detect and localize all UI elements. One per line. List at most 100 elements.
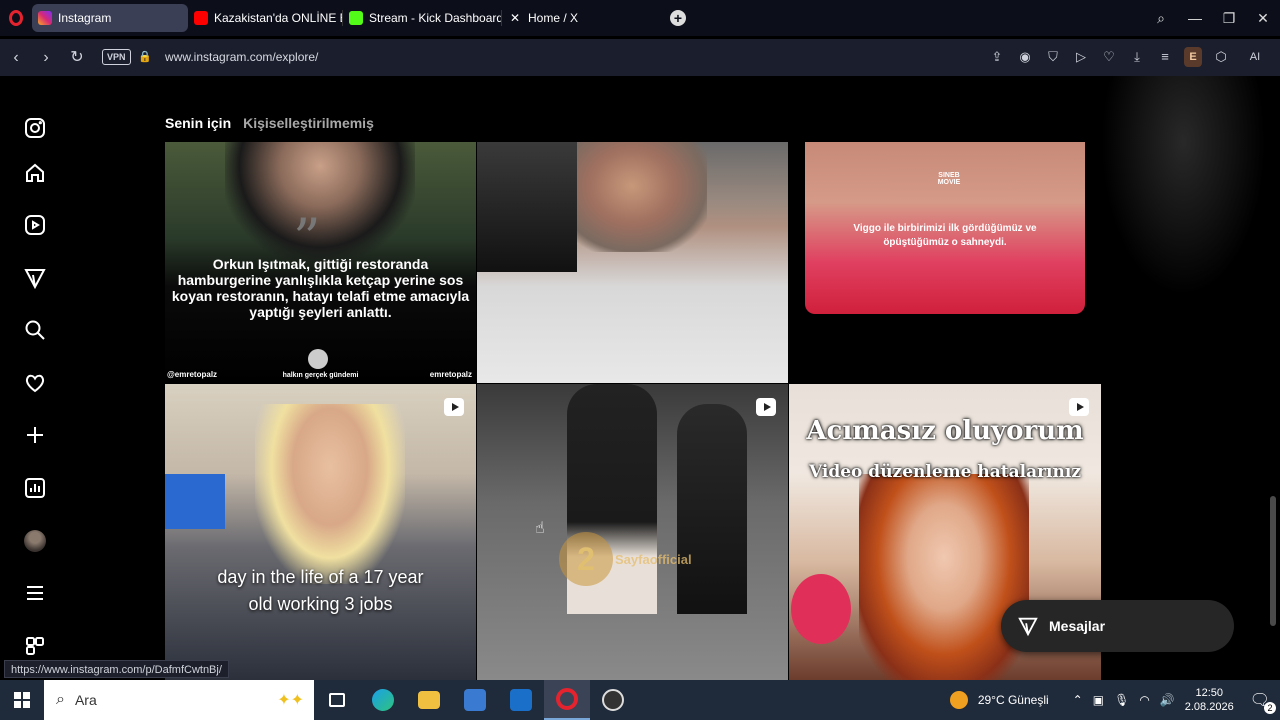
back-icon[interactable]: ‹ <box>6 48 26 68</box>
wifi-icon[interactable]: ◠ <box>1139 693 1149 707</box>
tab-label: Home / X <box>528 11 579 25</box>
post-image <box>255 404 405 584</box>
messages-label: Mesajlar <box>1049 618 1106 634</box>
share-icon[interactable]: ⇪ <box>988 47 1006 67</box>
search-icon[interactable] <box>22 317 48 343</box>
tab-youtube[interactable]: Kazakistan'da ONLİNE EV... <box>188 4 342 32</box>
post-tile[interactable]: 2 Sayfaofficial <box>477 384 788 680</box>
camera-icon[interactable]: ◉ <box>1016 47 1034 67</box>
menu-icon[interactable]: ≡ <box>1156 47 1174 67</box>
task-view-icon[interactable] <box>314 680 360 720</box>
toolbar-icons: ⇪ ◉ ⛉ ▷ ♡ ⤓ ≡ E ⬡ AI <box>988 47 1270 67</box>
ai-button[interactable]: AI <box>1240 47 1270 67</box>
lock-icon[interactable]: 🔒 <box>138 50 152 63</box>
page-scrollbar[interactable] <box>1266 76 1280 680</box>
mail-icon[interactable] <box>498 680 544 720</box>
post-caption: Acımasız oluyorum <box>806 416 1084 446</box>
minimize-icon[interactable]: — <box>1178 10 1212 26</box>
messages-button[interactable]: Mesajlar <box>1001 600 1234 652</box>
system-tray: 29°C Güneşli ⌃ ▣ 🎙 ◠ 🔊 12:50 2.08.2026 🗨… <box>949 680 1280 720</box>
reels-icon[interactable] <box>22 212 48 238</box>
insights-icon[interactable] <box>22 475 48 501</box>
profile-avatar[interactable] <box>24 530 46 552</box>
post-caption: Orkun Işıtmak, gittiği restoranda hambur… <box>171 256 470 320</box>
post-tile[interactable]: day in the life of a 17 year old working… <box>165 384 476 680</box>
volume-icon[interactable]: 🔊 <box>1160 693 1175 707</box>
window-controls: ⌕ — ❐ ✕ <box>1144 0 1280 36</box>
notifications-heart-icon[interactable] <box>22 370 48 396</box>
recorder-icon[interactable] <box>590 680 636 720</box>
extension-e-icon[interactable]: E <box>1184 47 1202 67</box>
apps-grid-icon[interactable] <box>22 633 48 659</box>
shield-icon[interactable]: ⛉ <box>1044 47 1062 67</box>
reel-icon <box>444 398 464 416</box>
notification-count: 2 <box>1264 702 1276 714</box>
mouse-cursor-icon: ☝ <box>535 520 545 537</box>
clock[interactable]: 12:50 2.08.2026 <box>1185 686 1234 714</box>
device-icon[interactable]: ▣ <box>1093 693 1104 707</box>
post-tile[interactable] <box>477 142 788 383</box>
weather-text[interactable]: 29°C Güneşli <box>978 693 1049 707</box>
post-image <box>557 142 707 252</box>
instagram-sidebar <box>0 80 70 680</box>
tab-x[interactable]: ✕ Home / X <box>502 4 662 32</box>
post-tile[interactable]: ” Orkun Işıtmak, gittiği restoranda hamb… <box>165 142 476 383</box>
explore-main: Senin için Kişiselleştirilmemiş ” Orkun … <box>70 76 1266 680</box>
x-favicon-icon: ✕ <box>509 11 521 25</box>
browser-tab-bar: Instagram Kazakistan'da ONLİNE EV... Str… <box>0 0 1280 36</box>
status-bar-url: https://www.instagram.com/p/DafmfCwtnBj/ <box>4 660 229 678</box>
address-bar-background: ‹ › ↻ VPN 🔒 www.instagram.com/explore/ ⇪… <box>0 38 1280 76</box>
tab-instagram[interactable]: Instagram <box>32 4 188 32</box>
monitor-image <box>165 474 225 529</box>
youtube-favicon-icon <box>194 11 208 25</box>
new-tab-button[interactable]: + <box>670 10 686 26</box>
vpn-badge[interactable]: VPN <box>102 49 131 65</box>
search-tabs-icon[interactable]: ⌕ <box>1144 10 1178 27</box>
reel-icon <box>1069 398 1089 416</box>
restore-icon[interactable]: ❐ <box>1212 10 1246 27</box>
windows-taskbar: ⌕ Ara ✦✦ 29°C Güneşli ⌃ ▣ 🎙 ◠ 🔊 12:50 2.… <box>0 680 1280 720</box>
credit-avatar <box>308 349 328 369</box>
play-icon[interactable]: ▷ <box>1072 47 1090 67</box>
forward-icon[interactable]: › <box>36 48 56 68</box>
edge-icon[interactable] <box>360 680 406 720</box>
search-icon: ⌕ <box>56 691 65 708</box>
explore-compass-icon[interactable] <box>22 265 48 291</box>
address-bar: ‹ › ↻ VPN 🔒 www.instagram.com/explore/ ⇪… <box>0 38 1280 76</box>
create-plus-icon[interactable] <box>22 422 48 448</box>
scrollbar-thumb[interactable] <box>1270 496 1276 626</box>
more-menu-icon[interactable] <box>22 580 48 606</box>
taskbar-search[interactable]: ⌕ Ara ✦✦ <box>44 680 314 720</box>
kick-favicon-icon <box>349 11 363 25</box>
clock-time: 12:50 <box>1195 687 1223 699</box>
instagram-logo-icon[interactable] <box>22 115 48 141</box>
store-icon[interactable] <box>452 680 498 720</box>
tab-label: Kazakistan'da ONLİNE EV... <box>214 11 342 25</box>
start-button[interactable] <box>0 680 44 720</box>
tab-for-you[interactable]: Senin için <box>165 115 231 131</box>
cube-icon[interactable]: ⬡ <box>1212 47 1230 67</box>
tab-label: Stream - Kick Dashboard <box>369 11 501 25</box>
clock-date: 2.08.2026 <box>1184 701 1234 713</box>
notifications-icon[interactable]: 🗨 2 <box>1250 690 1276 714</box>
heart-icon[interactable]: ♡ <box>1100 47 1118 67</box>
reload-icon[interactable]: ↻ <box>67 48 87 68</box>
chevron-up-icon[interactable]: ⌃ <box>1073 693 1083 707</box>
tab-kick[interactable]: Stream - Kick Dashboard <box>343 4 501 32</box>
opera-menu-icon[interactable] <box>0 0 32 36</box>
post-caption: Viggo ile birbirimizi ilk gördüğümüz ve … <box>853 223 1037 248</box>
microphone-icon[interactable]: 🎙 <box>1114 693 1129 707</box>
home-icon[interactable] <box>22 160 48 186</box>
url-field[interactable]: www.instagram.com/explore/ <box>165 50 318 64</box>
download-icon[interactable]: ⤓ <box>1128 47 1146 67</box>
send-icon <box>1018 617 1038 637</box>
instagram-favicon-icon <box>38 11 52 25</box>
reel-icon <box>756 398 776 416</box>
close-icon[interactable]: ✕ <box>1246 10 1280 27</box>
tab-unpersonalized[interactable]: Kişiselleştirilmemiş <box>243 115 374 131</box>
explore-tabs: Senin için Kişiselleştirilmemiş <box>165 115 374 131</box>
opera-taskbar-icon[interactable] <box>544 680 590 720</box>
camera-equipment-image <box>477 142 577 272</box>
file-explorer-icon[interactable] <box>406 680 452 720</box>
post-tile[interactable]: SINEB MOVIE Viggo ile birbirimizi ilk gö… <box>789 142 1101 383</box>
